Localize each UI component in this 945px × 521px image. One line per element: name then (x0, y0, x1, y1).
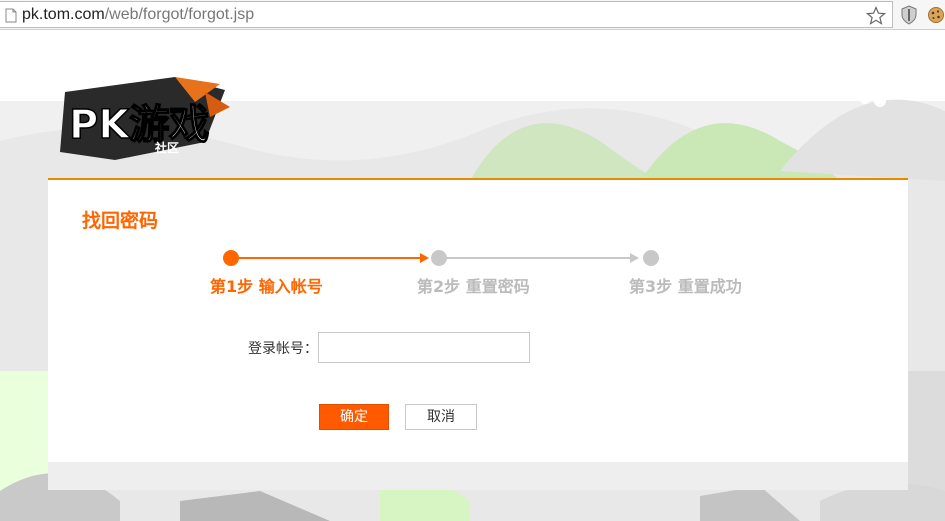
cancel-button[interactable]: 取消 (405, 404, 477, 430)
page-icon (5, 8, 17, 23)
card-footer (48, 462, 908, 490)
step-2-label: 第2步 重置密码 (417, 277, 530, 296)
shield-extension-icon[interactable] (900, 5, 918, 25)
star-icon[interactable] (866, 6, 886, 26)
url-path: /web/forgot/forgot.jsp (104, 6, 255, 23)
cookie-extension-icon[interactable] (927, 5, 945, 25)
browser-toolbar: pk.tom.com/web/forgot/forgot.jsp (0, 0, 945, 30)
step-1-dot (223, 250, 239, 266)
logo-sub-text: 社区 (154, 140, 179, 155)
account-label: 登录帐号： (248, 341, 318, 357)
url-text[interactable]: pk.tom.com/web/forgot/forgot.jsp (22, 6, 254, 24)
account-input[interactable] (318, 332, 530, 363)
pk-game-logo[interactable]: PK游戏 社区 (55, 72, 235, 167)
address-bar[interactable]: pk.tom.com/web/forgot/forgot.jsp (0, 1, 893, 28)
forgot-password-card: 找回密码 第1步 输入帐号 第2步 重置密码 第3步 重置成功 登录帐号： 确定… (48, 178, 908, 490)
confirm-button[interactable]: 确定 (319, 404, 389, 430)
step-3-dot (643, 250, 659, 266)
step-3-label: 第3步 重置成功 (629, 277, 742, 296)
step-1-label: 第1步 输入帐号 (210, 277, 323, 296)
step-2-dot (431, 250, 447, 266)
url-host: pk.tom.com (22, 6, 105, 23)
logo-pk-text: PK游戏 (69, 102, 209, 148)
